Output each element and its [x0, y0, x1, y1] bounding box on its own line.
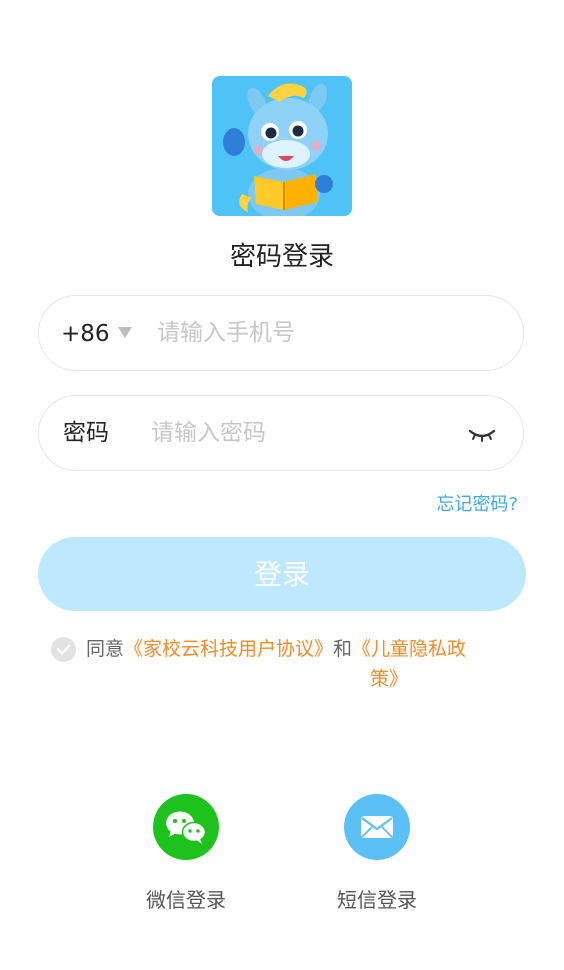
agreement-and: 和 — [333, 638, 353, 660]
sms-login[interactable]: 短信登录 — [312, 794, 442, 913]
forgot-password-link[interactable]: 忘记密码? — [436, 490, 518, 516]
envelope-icon[interactable] — [344, 794, 410, 860]
wechat-login[interactable]: 微信登录 — [121, 794, 251, 913]
phone-field[interactable]: +86 — [38, 295, 524, 371]
eye-closed-icon[interactable] — [467, 425, 497, 445]
password-field[interactable]: 密码 — [38, 395, 524, 471]
app-logo — [212, 76, 352, 216]
caret-down-icon[interactable] — [118, 327, 132, 338]
agreement-text: 同意《家校云科技用户协议》和《儿童隐私政 — [86, 634, 506, 664]
agreement-checkbox[interactable] — [51, 637, 76, 662]
user-agreement-link[interactable]: 《家校云科技用户协议》 — [124, 638, 333, 660]
sms-login-label: 短信登录 — [337, 888, 417, 912]
privacy-policy-link-end[interactable]: 策》 — [370, 664, 408, 694]
country-code-selector[interactable]: +86 — [61, 320, 110, 348]
password-label: 密码 — [63, 420, 109, 446]
password-input[interactable] — [151, 414, 451, 452]
login-button[interactable]: 登录 — [38, 537, 526, 611]
wechat-icon[interactable] — [153, 794, 219, 860]
page-title: 密码登录 — [229, 242, 334, 272]
agreement-prefix: 同意 — [86, 638, 125, 660]
privacy-policy-link[interactable]: 《儿童隐私政 — [352, 638, 466, 660]
wechat-login-label: 微信登录 — [146, 888, 226, 912]
phone-input[interactable] — [157, 314, 497, 352]
